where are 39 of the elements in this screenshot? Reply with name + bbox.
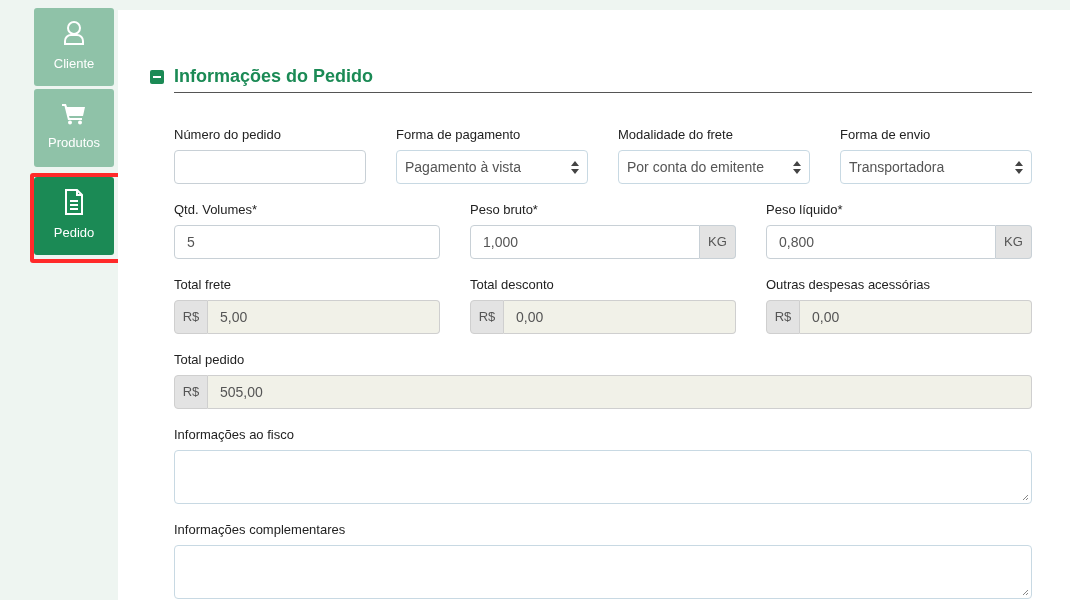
section-title: Informações do Pedido (174, 60, 1032, 93)
cart-icon (62, 103, 86, 126)
resize-handle-icon (1022, 589, 1029, 596)
select-dropdown[interactable]: Pagamento à vista (396, 150, 588, 184)
field-label: Número do pedido (174, 127, 282, 142)
text-input[interactable] (174, 150, 366, 184)
unit-addon: KG (996, 225, 1032, 259)
field-label: Qtd. Volumes* (174, 202, 259, 217)
field-label: Outras despesas acessórias (766, 277, 932, 292)
currency-addon: R$ (174, 375, 208, 409)
field-label: Total pedido (174, 352, 246, 367)
sort-arrows-icon (793, 160, 801, 174)
resize-handle-icon (1022, 494, 1029, 501)
field-label: Informações complementares (174, 522, 347, 537)
document-icon (64, 189, 84, 216)
unit-addon: KG (700, 225, 736, 259)
collapse-icon[interactable] (150, 69, 164, 84)
currency-addon: R$ (174, 300, 208, 334)
sort-arrows-icon (1015, 160, 1023, 174)
number-input[interactable]: 0,800 (766, 225, 996, 259)
select-dropdown[interactable]: Transportadora (840, 150, 1032, 184)
sidebar-tab[interactable]: Pedido (34, 177, 114, 255)
user-icon (63, 20, 85, 47)
select-dropdown[interactable]: Por conta do emitente (618, 150, 810, 184)
field-label: Peso líquido* (766, 202, 844, 217)
field-label: Total frete (174, 277, 233, 292)
field-label: Peso bruto* (470, 202, 539, 217)
number-input[interactable]: 1,000 (470, 225, 700, 259)
currency-addon: R$ (766, 300, 800, 334)
currency-addon: R$ (470, 300, 504, 334)
field-label: Modalidade do frete (618, 127, 734, 142)
field-label: Forma de pagamento (396, 127, 522, 142)
field-label: Informações ao fisco (174, 427, 295, 442)
field-label: Total desconto (470, 277, 555, 292)
field-label: Forma de envio (840, 127, 932, 142)
text-input[interactable]: 5 (174, 225, 440, 259)
sort-arrows-icon (571, 160, 579, 174)
textarea-field[interactable] (174, 450, 1032, 504)
textarea-field[interactable] (174, 545, 1032, 599)
